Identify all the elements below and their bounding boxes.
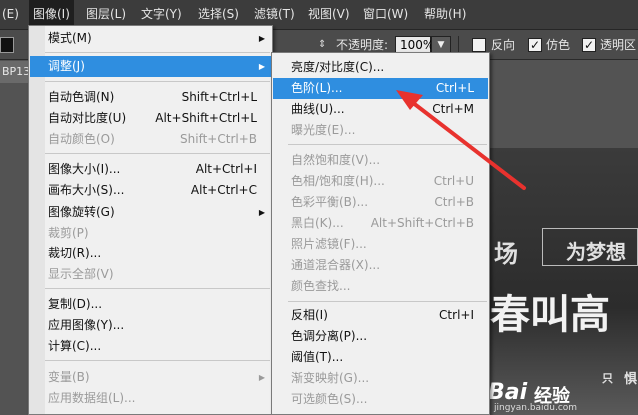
document-tab[interactable]: BP13 <box>0 61 28 83</box>
menu-item-auto-tone[interactable]: 自动色调(N) Shift+Ctrl+L <box>30 87 271 108</box>
menu-item-channel-mixer[interactable]: 通道混合器(X)... <box>273 255 488 276</box>
menu-help[interactable]: 帮助(H) <box>420 0 470 29</box>
menu-item-levels[interactable]: 色阶(L)... Ctrl+L <box>273 78 488 99</box>
menu-item-posterize[interactable]: 色调分离(P)... <box>273 326 488 347</box>
dither-checkbox[interactable]: ✓ <box>528 38 542 52</box>
menu-item-image-size[interactable]: 图像大小(I)... Alt+Ctrl+I <box>30 159 271 180</box>
chevron-right-icon: ▶ <box>258 208 265 217</box>
image-menu: 模式(M) ▶ 调整(J) ▶ 自动色调(N) Shift+Ctrl+L 自动对… <box>28 25 273 415</box>
menu-item-auto-contrast[interactable]: 自动对比度(U) Alt+Shift+Ctrl+L <box>30 108 271 129</box>
menu-item-curves[interactable]: 曲线(U)... Ctrl+M <box>273 99 488 120</box>
menu-item-invert[interactable]: 反相(I) Ctrl+I <box>273 305 488 326</box>
reverse-label: 反向 <box>491 38 516 52</box>
menu-separator <box>288 301 487 302</box>
menu-item-color-balance[interactable]: 色彩平衡(B)... Ctrl+B <box>273 192 488 213</box>
menu-item-reveal-all[interactable]: 显示全部(V) <box>30 264 271 285</box>
menu-item-auto-color[interactable]: 自动颜色(O) Shift+Ctrl+B <box>30 129 271 150</box>
menu-view[interactable]: 视图(V) <box>304 0 354 29</box>
image-text-dream: 为梦想 <box>566 240 626 264</box>
menu-separator <box>45 360 270 361</box>
menu-item-black-white[interactable]: 黑白(K)... Alt+Shift+Ctrl+B <box>273 213 488 234</box>
gradient-swatch[interactable] <box>0 37 14 53</box>
image-text-zhi: 只 <box>602 372 613 385</box>
menu-item-hue-saturation[interactable]: 色相/饱和度(H)... Ctrl+U <box>273 171 488 192</box>
menu-item-crop[interactable]: 裁剪(P) <box>30 223 271 244</box>
transparency-label: 透明区 <box>600 38 637 52</box>
adjustments-submenu: 亮度/对比度(C)... 色阶(L)... Ctrl+L 曲线(U)... Ct… <box>271 52 490 415</box>
menu-separator <box>45 52 270 53</box>
menu-item-apply-data-set[interactable]: 应用数据组(L)... <box>30 388 271 409</box>
image-text-ju: 惧 <box>624 372 638 387</box>
menu-item-gradient-map[interactable]: 渐变映射(G)... <box>273 368 488 389</box>
menu-item-apply-image[interactable]: 应用图像(Y)... <box>30 315 271 336</box>
menu-item-threshold[interactable]: 阈值(T)... <box>273 347 488 368</box>
baidu-watermark-logo: Bai <box>488 380 528 405</box>
reverse-checkbox[interactable] <box>472 38 486 52</box>
menu-separator <box>45 153 270 154</box>
chevron-right-icon: ▶ <box>258 62 265 71</box>
menu-item-adjust[interactable]: 调整(J) ▶ <box>30 56 271 77</box>
menu-item-mode[interactable]: 模式(M) ▶ <box>30 28 271 49</box>
menu-item-selective-color[interactable]: 可选颜色(S)... <box>273 389 488 410</box>
menu-item-canvas-size[interactable]: 画布大小(S)... Alt+Ctrl+C <box>30 180 271 201</box>
menu-item-vibrance[interactable]: 自然饱和度(V)... <box>273 150 488 171</box>
baidu-watermark-url: jingyan.baidu.com <box>494 403 578 413</box>
canvas-image: 场 为梦想 春叫高 只 惧 Bai 经验 jingyan.baidu.com <box>488 148 638 415</box>
chevron-updown-icon[interactable]: ⇕ <box>318 39 326 50</box>
menu-separator <box>45 81 270 82</box>
chevron-right-icon: ▶ <box>258 34 265 43</box>
menu-item-image-rotation[interactable]: 图像旋转(G) ▶ <box>30 202 271 223</box>
menu-item-calculations[interactable]: 计算(C)... <box>30 336 271 357</box>
chevron-right-icon: ▶ <box>258 373 265 382</box>
menu-item-exposure[interactable]: 曝光度(E)... <box>273 120 488 141</box>
menu-separator <box>45 288 270 289</box>
menu-item-variables[interactable]: 变量(B) ▶ <box>30 367 271 388</box>
menu-item-brightness-contrast[interactable]: 亮度/对比度(C)... <box>273 57 488 78</box>
image-text-spring: 春叫高 <box>490 292 610 338</box>
menu-item-photo-filter[interactable]: 照片滤镜(F)... <box>273 234 488 255</box>
menu-edit[interactable]: (E) <box>0 0 23 29</box>
menu-separator <box>288 144 487 145</box>
menu-window[interactable]: 窗口(W) <box>359 0 412 29</box>
menu-item-duplicate[interactable]: 复制(D)... <box>30 294 271 315</box>
menu-item-color-lookup[interactable]: 颜色查找... <box>273 276 488 297</box>
image-text-chang: 场 <box>494 240 518 268</box>
dither-label: 仿色 <box>546 38 571 52</box>
menu-item-trim[interactable]: 裁切(R)... <box>30 243 271 264</box>
transparency-checkbox[interactable]: ✓ <box>582 38 596 52</box>
